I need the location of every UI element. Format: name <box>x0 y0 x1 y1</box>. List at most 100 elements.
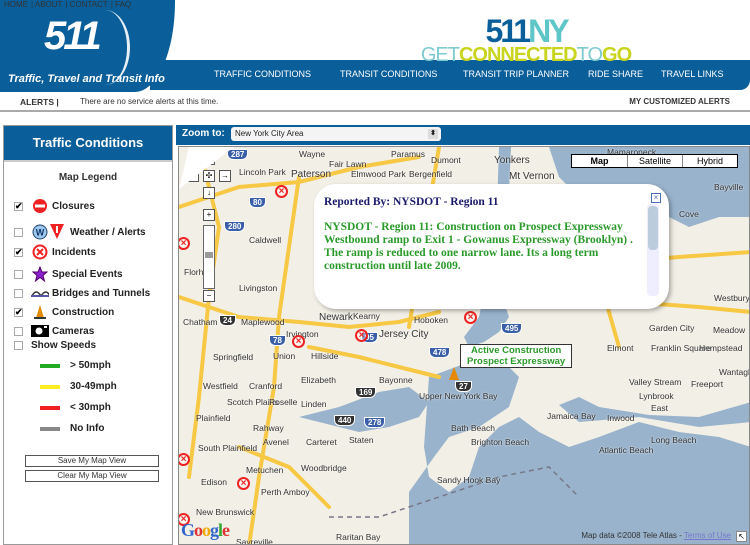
speed-legend-item: > 50mph <box>40 360 111 371</box>
incident-marker-icon[interactable]: × <box>275 185 288 198</box>
nav-travel-links[interactable]: TRAVEL LINKS <box>661 69 724 79</box>
legend-checkbox[interactable]: ✔ <box>14 307 23 317</box>
place-label: Garden City <box>649 323 695 333</box>
place-label: Jamaica Bay <box>547 411 596 421</box>
save-map-view-button[interactable]: Save My Map View <box>25 455 159 467</box>
zoom-to-select[interactable]: New York City Area ⬍ <box>231 127 441 141</box>
place-label: Bath Beach <box>451 423 495 433</box>
place-label: Westfield <box>203 381 238 391</box>
cone-icon <box>31 304 49 320</box>
legend-item-incidents: ✔ Incidents <box>14 244 96 260</box>
about-link[interactable]: ABOUT <box>35 0 63 9</box>
incident-marker-icon[interactable]: × <box>464 311 477 324</box>
incident-icon <box>31 244 49 260</box>
place-label: Cranford <box>249 381 283 391</box>
place-label: Yonkers <box>494 155 530 166</box>
nav-transit-conditions[interactable]: TRANSIT CONDITIONS <box>340 69 437 79</box>
highway-shield-478: 478 <box>429 347 451 358</box>
map-type-hybrid[interactable]: Hybrid <box>682 155 737 167</box>
logo-511[interactable]: 511 <box>44 14 102 59</box>
legend-checkbox[interactable] <box>14 341 23 350</box>
place-label: Plainfield <box>196 413 231 423</box>
zoom-slider-handle[interactable] <box>205 252 213 258</box>
place-label: Raritan Bay <box>336 532 381 542</box>
highway-shield-24: 24 <box>219 315 236 326</box>
legend-checkbox[interactable]: ✔ <box>14 201 23 211</box>
incident-marker-icon[interactable]: × <box>355 329 368 342</box>
place-label: Hillside <box>311 351 339 361</box>
svg-text:W: W <box>36 228 45 238</box>
resize-corner-icon[interactable]: ↖ <box>736 531 747 542</box>
legend-item-bridges-and-tunnels: Bridges and Tunnels <box>14 285 150 301</box>
place-label: Long Beach <box>651 435 697 445</box>
bridge-icon <box>31 285 49 301</box>
place-label: New Brunswick <box>196 507 255 517</box>
place-label: Avenel <box>263 437 289 447</box>
construction-marker-icon[interactable] <box>449 367 459 380</box>
google-logo: Google <box>181 520 230 540</box>
place-label: Caldwell <box>249 235 282 245</box>
speed-label: > 50mph <box>70 360 111 371</box>
place-label: Chatham <box>183 317 218 327</box>
incident-marker-icon[interactable]: × <box>237 477 250 490</box>
brand-logo: 511NY GETCONNECTEDTOGO <box>420 13 632 66</box>
place-label: Livingston <box>239 283 278 293</box>
legend-checkbox[interactable] <box>14 288 23 298</box>
clear-map-view-button[interactable]: Clear My Map View <box>25 470 159 482</box>
legend-checkbox[interactable] <box>14 326 23 336</box>
camera-icon <box>31 323 49 339</box>
zoom-out-button[interactable]: − <box>203 290 215 302</box>
legend-title: Map Legend <box>58 172 118 183</box>
home-link[interactable]: HOME <box>4 0 28 9</box>
place-label: East <box>651 403 669 413</box>
place-label: Sandy Hook Bay <box>437 475 501 485</box>
faq-link[interactable]: FAQ <box>115 0 131 9</box>
select-arrows-icon: ⬍ <box>428 129 438 139</box>
place-label: Paramus <box>391 149 426 159</box>
legend-checkbox[interactable] <box>14 269 23 279</box>
speed-swatch <box>40 384 60 389</box>
terms-of-use-link[interactable]: Terms of Use <box>684 531 731 540</box>
place-label: Atlantic Beach <box>599 445 654 455</box>
legend-checkbox[interactable] <box>14 227 23 237</box>
highway-shield-440: 440 <box>334 415 356 426</box>
place-label: Wantagh <box>719 367 750 377</box>
my-customized-alerts-link[interactable]: MY CUSTOMIZED ALERTS <box>629 97 730 106</box>
map[interactable]: Wayne Paramus Dumont Yonkers Mamaroneck Linco… <box>178 146 750 545</box>
zoom-slider[interactable] <box>203 225 215 289</box>
speed-swatch <box>40 405 60 410</box>
place-label: Woodbridge <box>301 463 347 473</box>
speed-legend-item: No Info <box>40 423 104 434</box>
place-label: Bayville <box>714 182 744 192</box>
map-copyright: Map data ©2008 Tele Atlas - Terms of Use <box>581 531 731 540</box>
legend-label: Construction <box>52 306 115 318</box>
legend-checkbox[interactable]: ✔ <box>14 247 23 257</box>
nav-transit-trip-planner[interactable]: TRANSIT TRIP PLANNER <box>463 69 569 79</box>
nav-traffic-conditions[interactable]: TRAFFIC CONDITIONS <box>214 69 311 79</box>
map-type-satellite[interactable]: Satellite <box>627 155 682 167</box>
nav-ride-share[interactable]: RIDE SHARE <box>588 69 643 79</box>
legend-item-weather-alerts: W Weather / Alerts <box>14 224 146 240</box>
place-label: Paterson <box>291 169 332 180</box>
legend-item-construction: ✔ Construction <box>14 304 114 320</box>
zoom-in-button[interactable]: + <box>203 209 215 221</box>
marker-tooltip: Active Construction Prospect Expressway <box>460 344 573 368</box>
legend-label: Special Events <box>52 268 123 280</box>
speed-label: 30-49mph <box>70 381 117 392</box>
place-label: Roselle <box>269 397 298 407</box>
alerts-label: ALERTS | <box>20 97 59 107</box>
incident-marker-icon[interactable]: × <box>292 335 305 348</box>
place-label: Lincoln Park <box>239 167 286 177</box>
tagline: Traffic, Travel and Transit Info <box>8 73 165 85</box>
place-label: Bayonne <box>379 375 413 385</box>
place-label: Fair Lawn <box>329 159 367 169</box>
map-toolbar: Zoom to: New York City Area ⬍ <box>176 125 750 145</box>
speed-legend-item: < 30mph <box>40 402 111 413</box>
sidebar-title: Traffic Conditions <box>4 126 172 162</box>
alerts-bar: ALERTS | There are no service alerts at … <box>0 92 750 112</box>
close-icon[interactable]: × <box>651 193 661 203</box>
highway-shield-278: 278 <box>364 417 386 428</box>
popup-scrollbar[interactable] <box>647 204 659 296</box>
map-type-map[interactable]: Map <box>572 155 627 167</box>
contact-link[interactable]: CONTACT <box>70 0 108 9</box>
